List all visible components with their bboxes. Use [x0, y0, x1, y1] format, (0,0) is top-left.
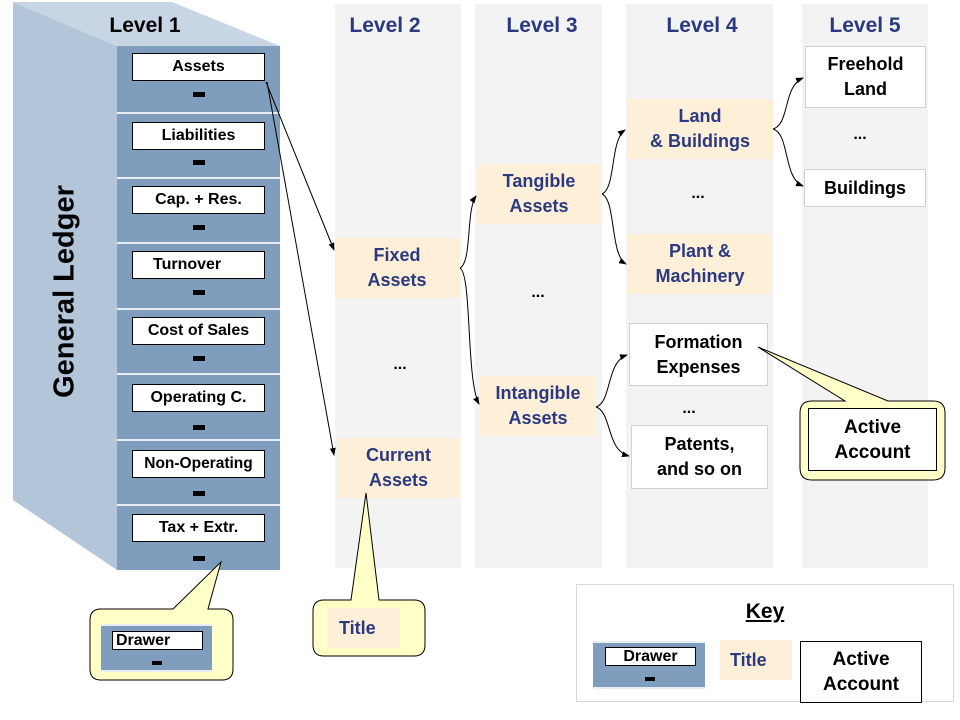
callout-drawer-sample: Drawer: [101, 624, 212, 672]
level1-header: Level 1: [109, 14, 181, 37]
level5-ellipsis: ...: [853, 126, 867, 143]
title-land-buildings[interactable]: Land & Buildings: [627, 99, 773, 159]
key-drawer-label: Drawer: [605, 647, 696, 666]
drawer-handle-icon[interactable]: [193, 225, 205, 230]
title-current-assets[interactable]: Current Assets: [337, 438, 460, 498]
drawer-label: Cap. + Res.: [132, 186, 265, 214]
key-title-sample: Title: [720, 640, 792, 680]
drawer-operating-c[interactable]: Operating C.: [117, 373, 280, 437]
level4-ellipsis-1: ...: [691, 185, 705, 202]
level3-header: Level 3: [506, 14, 578, 37]
account-formation-expenses[interactable]: Formation Expenses: [629, 323, 768, 386]
title-intangible-assets[interactable]: Intangible Assets: [480, 376, 596, 436]
callout-title-sample: Title: [328, 608, 400, 648]
drawer-label: Operating C.: [132, 384, 265, 412]
drawer-handle-icon[interactable]: [193, 160, 205, 165]
drawer-handle-icon[interactable]: [193, 425, 205, 430]
title-plant-machinery[interactable]: Plant & Machinery: [628, 234, 772, 294]
level4-header: Level 4: [666, 14, 738, 37]
drawer-turnover[interactable]: Turnover: [117, 242, 280, 306]
drawer-tax-extr[interactable]: Tax + Extr.: [117, 504, 280, 570]
drawer-assets[interactable]: Assets: [117, 46, 280, 110]
level2-ellipsis: ...: [393, 356, 407, 373]
account-freehold-land[interactable]: Freehold Land: [805, 46, 926, 108]
drawer-liabilities[interactable]: Liabilities: [117, 112, 280, 176]
key-heading: Key: [745, 600, 785, 623]
account-patents[interactable]: Patents, and so on: [631, 425, 768, 489]
callout-drawer-label: Drawer: [112, 631, 203, 650]
account-buildings[interactable]: Buildings: [804, 169, 926, 207]
key-drawer-sample: Drawer: [593, 641, 705, 689]
drawer-label: Cost of Sales: [132, 317, 265, 345]
drawer-handle-icon: [152, 661, 162, 665]
drawer-handle-icon[interactable]: [193, 556, 205, 561]
callout-active-account-sample: Active Account: [808, 408, 937, 471]
drawer-handle-icon[interactable]: [193, 356, 205, 361]
level1-drawer-cabinet: Assets Liabilities Cap. + Res. Turnover …: [117, 46, 280, 570]
title-tangible-assets[interactable]: Tangible Assets: [477, 164, 601, 224]
drawer-label: Assets: [132, 53, 265, 81]
level3-ellipsis: ...: [531, 284, 545, 301]
drawer-label: Tax + Extr.: [132, 514, 265, 542]
drawer-handle-icon: [645, 677, 655, 681]
drawer-cap-res[interactable]: Cap. + Res.: [117, 177, 280, 241]
drawer-cost-of-sales[interactable]: Cost of Sales: [117, 308, 280, 372]
drawer-handle-icon[interactable]: [193, 92, 205, 97]
drawer-label: Liabilities: [132, 122, 265, 150]
drawer-label: Non-Operating: [132, 450, 265, 478]
drawer-handle-icon[interactable]: [193, 491, 205, 496]
drawer-non-operating[interactable]: Non-Operating: [117, 439, 280, 503]
key-active-account-sample: Active Account: [800, 641, 922, 703]
key-legend: Key Drawer Title Active Account: [576, 584, 954, 703]
level2-header: Level 2: [349, 14, 421, 37]
general-ledger-label: General Ledger: [48, 185, 81, 398]
title-fixed-assets[interactable]: Fixed Assets: [335, 238, 459, 298]
level4-ellipsis-2: ...: [682, 400, 696, 417]
level5-header: Level 5: [829, 14, 901, 37]
drawer-handle-icon[interactable]: [193, 290, 205, 295]
drawer-label: Turnover: [132, 251, 265, 279]
